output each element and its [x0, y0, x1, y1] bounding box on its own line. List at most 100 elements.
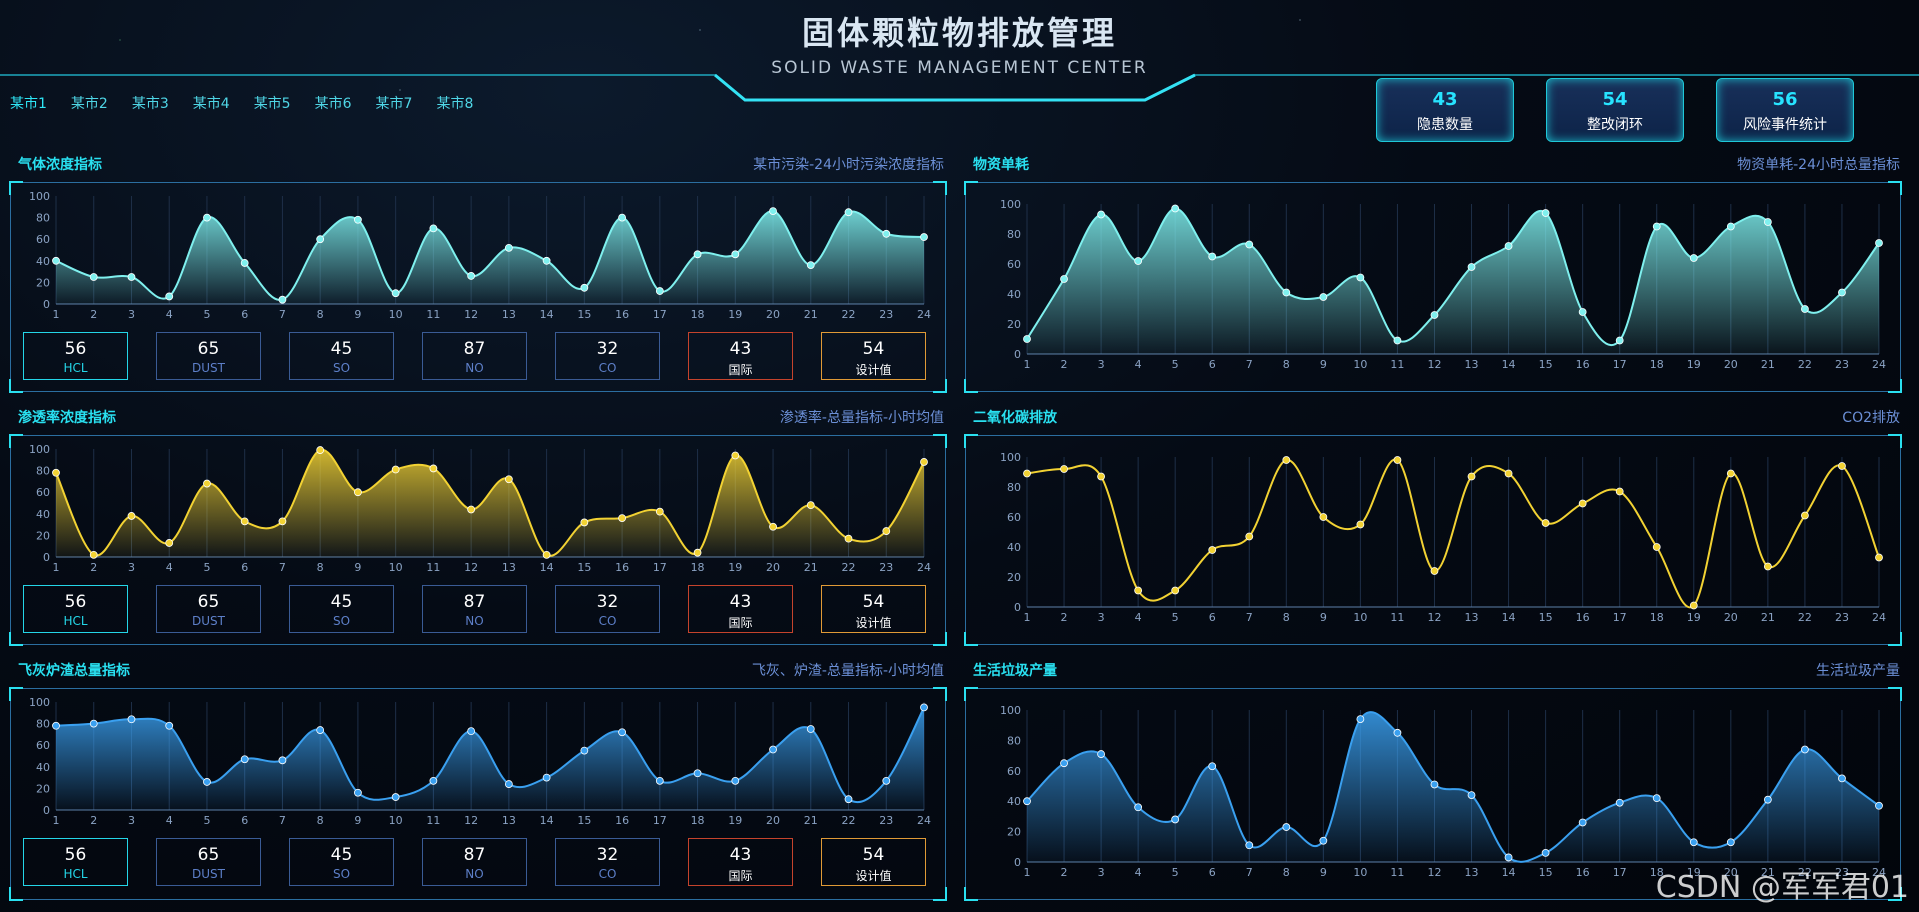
tab-city-6[interactable]: 某市6 — [315, 93, 352, 113]
metric-co[interactable]: 32 CO — [555, 332, 660, 380]
tab-city-1[interactable]: 某市1 — [10, 93, 47, 113]
stat-rectification-closed[interactable]: 54 整改闭环 — [1546, 78, 1684, 142]
x-tick-label: 16 — [1576, 611, 1590, 624]
chart-permeability: 0204060801001 2 3 4 5 6 7 8 9 10 11 12 13 14 15 16 17 18 1… — [29, 443, 931, 574]
series-line — [1026, 458, 1880, 609]
metric-dust[interactable]: 65 DUST — [156, 585, 261, 633]
x-tick-label: 8 — [317, 814, 324, 827]
data-point — [1134, 586, 1143, 595]
x-tick-label: 15 — [1539, 358, 1553, 371]
metric-hcl[interactable]: 56 HCL — [23, 838, 128, 886]
metric-value: 56 — [64, 339, 87, 359]
tab-city-3[interactable]: 某市3 — [132, 93, 169, 113]
data-point — [52, 721, 60, 730]
data-point — [1875, 553, 1883, 562]
metric-international[interactable]: 43 国际 — [688, 838, 793, 886]
metric-value: 45 — [330, 339, 353, 359]
tab-city-5[interactable]: 某市5 — [254, 93, 291, 113]
x-tick-label: 18 — [691, 308, 705, 321]
data-point — [1356, 273, 1365, 282]
data-point — [1801, 745, 1809, 754]
area-fill — [56, 211, 924, 304]
data-point — [731, 451, 740, 460]
metric-no[interactable]: 87 NO — [422, 585, 527, 633]
y-tick-label: 60 — [36, 739, 50, 752]
metric-design-value[interactable]: 54 设计值 — [821, 838, 926, 886]
metric-so[interactable]: 45 SO — [289, 332, 394, 380]
data-point — [127, 273, 136, 281]
stat-hazard-count[interactable]: 43 隐患数量 — [1376, 78, 1514, 142]
metric-value: 87 — [463, 845, 486, 865]
tab-city-2[interactable]: 某市2 — [71, 93, 108, 113]
data-point — [844, 534, 853, 543]
metric-hcl[interactable]: 56 HCL — [23, 332, 128, 380]
data-point — [52, 468, 60, 477]
tab-city-8[interactable]: 某市8 — [436, 93, 473, 113]
y-tick-label: 100 — [1000, 451, 1021, 464]
x-tick-label: 7 — [279, 561, 286, 574]
metric-co[interactable]: 32 CO — [555, 838, 660, 886]
metric-label: HCL — [63, 614, 88, 628]
metric-no[interactable]: 87 NO — [422, 838, 527, 886]
metric-design-value[interactable]: 54 设计值 — [821, 332, 926, 380]
data-point — [1504, 469, 1513, 478]
metric-so[interactable]: 45 SO — [289, 838, 394, 886]
x-tick-label: 12 — [1427, 358, 1441, 371]
data-point — [1282, 823, 1291, 831]
x-tick-label: 13 — [1465, 358, 1479, 371]
x-tick-label: 21 — [804, 814, 818, 827]
y-tick-label: 100 — [29, 696, 50, 709]
metric-value: 45 — [330, 592, 353, 612]
x-tick-label: 15 — [577, 561, 591, 574]
data-point — [655, 776, 664, 785]
metric-dust[interactable]: 65 DUST — [156, 838, 261, 886]
x-tick-label: 11 — [1390, 611, 1404, 624]
y-tick-label: 100 — [1000, 704, 1021, 717]
x-tick-label: 1 — [53, 561, 60, 574]
metric-label: 国际 — [728, 869, 753, 883]
data-point — [542, 256, 551, 265]
x-tick-label: 6 — [241, 308, 248, 321]
data-point — [316, 726, 325, 734]
metric-international[interactable]: 43 国际 — [688, 332, 793, 380]
metric-dust[interactable]: 65 DUST — [156, 332, 261, 380]
data-point — [769, 745, 777, 754]
data-point — [1578, 308, 1587, 316]
y-tick-label: 80 — [1007, 734, 1021, 747]
data-point — [504, 243, 513, 252]
x-tick-label: 10 — [389, 814, 403, 827]
y-tick-label: 0 — [43, 298, 50, 311]
area-fill — [56, 707, 924, 810]
data-point — [693, 769, 702, 778]
metric-so[interactable]: 45 SO — [289, 585, 394, 633]
data-point — [1430, 567, 1439, 575]
metric-label: SO — [332, 867, 351, 881]
x-tick-label: 22 — [1798, 611, 1812, 624]
metric-label: 设计值 — [855, 616, 892, 630]
metric-label: NO — [465, 614, 484, 628]
x-tick-label: 19 — [728, 308, 742, 321]
chart-co2-emission: 0204060801001 2 3 4 5 6 7 8 9 10 11 12 13 14 15 16 17 18 1… — [1000, 451, 1886, 624]
tab-city-4[interactable]: 某市4 — [193, 93, 230, 113]
data-point — [1689, 601, 1698, 610]
metric-international[interactable]: 43 国际 — [688, 585, 793, 633]
data-point — [1541, 209, 1550, 217]
x-tick-label: 21 — [804, 561, 818, 574]
data-point — [1652, 222, 1661, 231]
data-point — [1763, 562, 1772, 571]
data-point — [618, 728, 626, 737]
panel-title-gas: 气体浓度指标 — [18, 157, 102, 173]
metric-design-value[interactable]: 54 设计值 — [821, 585, 926, 633]
metric-hcl[interactable]: 56 HCL — [23, 585, 128, 633]
data-point — [1726, 222, 1735, 231]
metric-co[interactable]: 32 CO — [555, 585, 660, 633]
data-point — [1801, 305, 1809, 313]
data-point — [1393, 456, 1402, 464]
data-point — [1208, 762, 1217, 771]
metric-no[interactable]: 87 NO — [422, 332, 527, 380]
tab-city-7[interactable]: 某市7 — [376, 93, 413, 113]
stat-risk-events[interactable]: 56 风险事件统计 — [1716, 78, 1854, 142]
x-tick-label: 20 — [766, 814, 780, 827]
x-tick-label: 7 — [279, 308, 286, 321]
data-point — [391, 465, 400, 474]
